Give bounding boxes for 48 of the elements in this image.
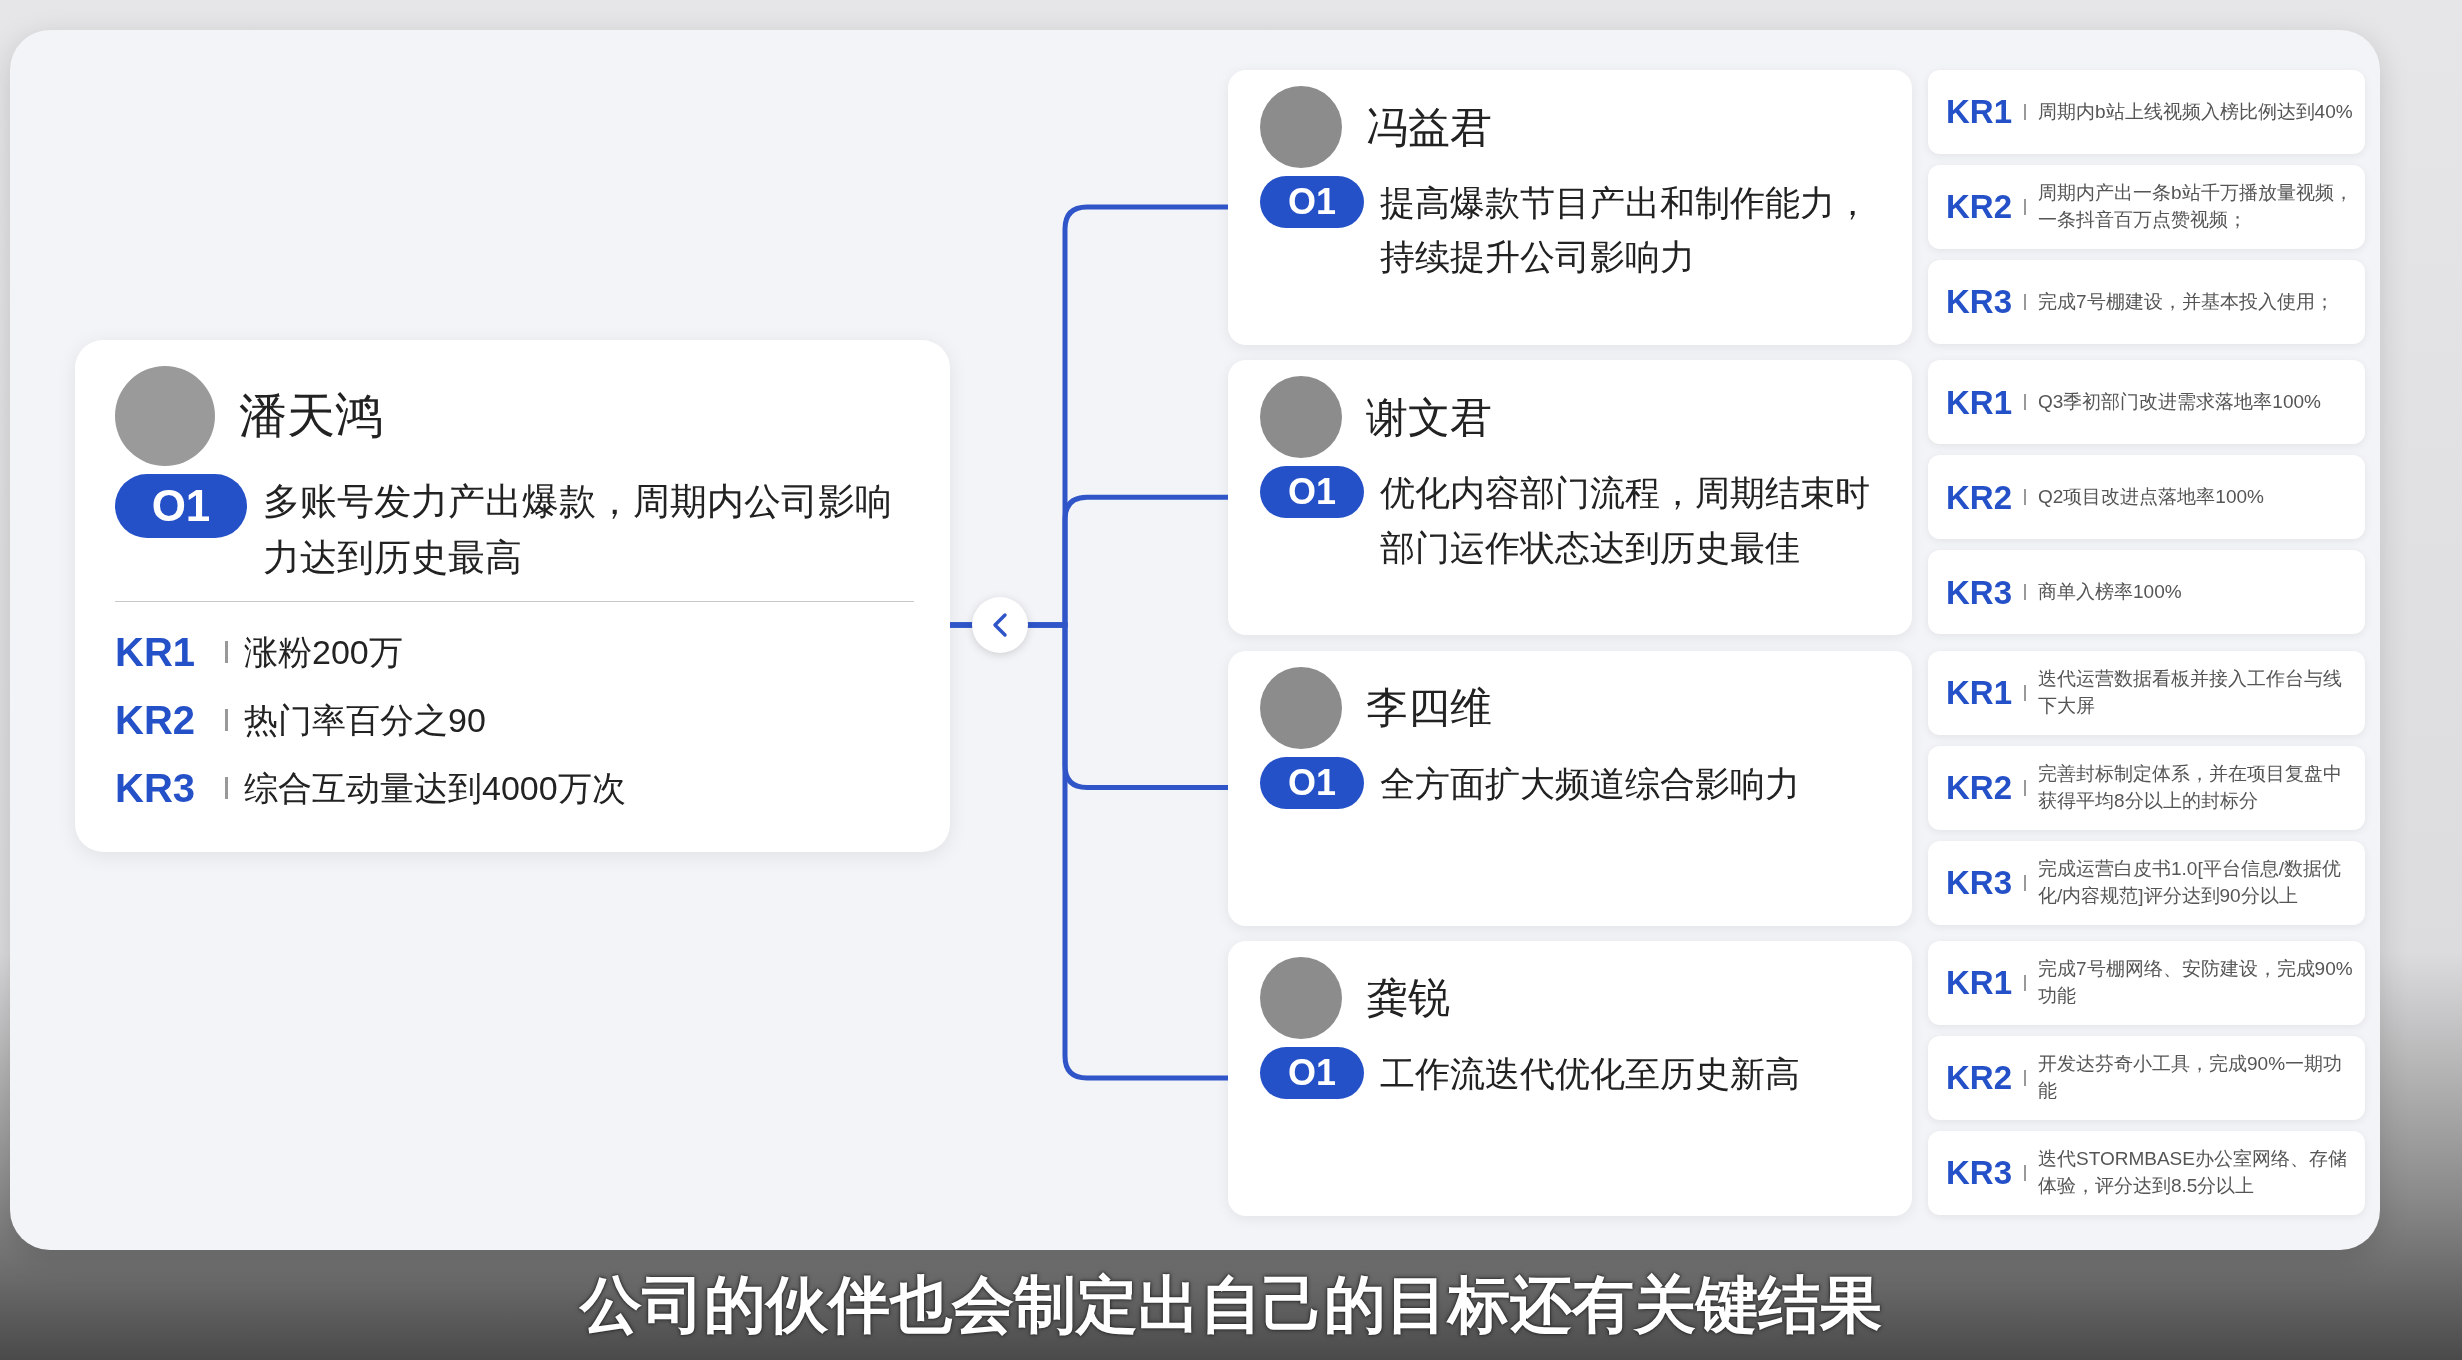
person-name: 谢文君 [1366, 392, 1492, 443]
objective-badge: O1 [1260, 756, 1364, 809]
key-result-text: 开发达芬奇小工具，完成90%一期功能 [2038, 1052, 2344, 1103]
key-result-label: KR2 [1946, 1058, 2014, 1099]
key-result-text: 周期内b站上线视频入榜比例达到40% [2038, 99, 2353, 124]
key-result-label: KR1 [1946, 672, 2014, 713]
key-result-label: KR2 [1946, 477, 2014, 518]
key-result-label: KR3 [1946, 1153, 2014, 1194]
key-result-text: 完成7号棚网络、安防建设，完成90%功能 [2038, 957, 2354, 1008]
person-name: 冯益君 [1366, 102, 1492, 153]
key-result-label: KR3 [1946, 862, 2014, 903]
key-result-label: KR3 [1946, 572, 2014, 613]
key-result-text: 迭代运营数据看板并接入工作台与线下大屏 [2038, 667, 2343, 718]
key-result-text: Q2项目改进点落地率100% [2038, 485, 2264, 509]
subtitle: 公司的伙伴也会制定出自己的目标还有关键结果 [578, 1269, 1883, 1341]
person-name: 李四维 [1366, 683, 1492, 734]
objective-text: 工作流迭代优化至历史新高 [1380, 1052, 1800, 1095]
chevron-left-icon [991, 612, 1009, 638]
key-result-text: 完善封标制定体系，并在项目复盘中获得平均8分以上的封标分 [2038, 762, 2343, 813]
person-name: 潘天鸿 [239, 388, 383, 444]
collapse-button[interactable] [972, 597, 1028, 653]
key-result-label: KR1 [1946, 963, 2014, 1004]
objective-text: 提高爆款节目产出和制作能力，持续提升公司影响力 [1380, 182, 1871, 279]
key-result-label: KR2 [1946, 187, 2014, 228]
key-result-label: KR3 [115, 765, 197, 812]
key-result-text: 综合互动量达到4000万次 [244, 767, 626, 809]
key-result-text: 周期内产出一条b站千万播放量视频，一条抖音百万点赞视频； [2038, 181, 2354, 232]
objective-text: 全方面扩大频道综合影响力 [1380, 762, 1800, 805]
key-result-label: KR1 [115, 629, 197, 676]
objective-badge: O1 [1260, 1046, 1364, 1099]
objective-text: 优化内容部门流程，周期结束时部门运作状态达到历史最佳 [1380, 472, 1871, 569]
key-result-label: KR2 [1946, 767, 2014, 808]
key-result-label: KR2 [115, 697, 197, 744]
key-result-text: Q3季初部门改进需求落地率100% [2038, 390, 2321, 414]
objective-badge: O1 [1260, 176, 1364, 228]
objective-text: 多账号发力产出爆款，周期内公司影响力达到历史最高 [263, 480, 893, 580]
key-result-label: KR3 [1946, 282, 2014, 323]
objective-badge: O1 [1260, 466, 1364, 519]
key-result-label: KR1 [1946, 382, 2014, 423]
person-name: 龚锐 [1366, 973, 1450, 1024]
key-result-text: 完成运营白皮书1.0[平台信息/数据优化/内容规范]评分达到90分以上 [2038, 857, 2342, 908]
key-result-text: 完成7号棚建设，并基本投入使用； [2038, 289, 2334, 314]
key-result-text: 涨粉200万 [244, 631, 403, 673]
key-result-label: KR1 [1946, 92, 2014, 133]
objective-badge: O1 [115, 474, 247, 538]
key-result-text: 商单入榜率100% [2038, 580, 2182, 604]
key-result-text: 热门率百分之90 [244, 699, 486, 741]
key-result-text: 迭代STORMBASE办公室网络、存储体验，评分达到8.5分以上 [2038, 1147, 2348, 1198]
